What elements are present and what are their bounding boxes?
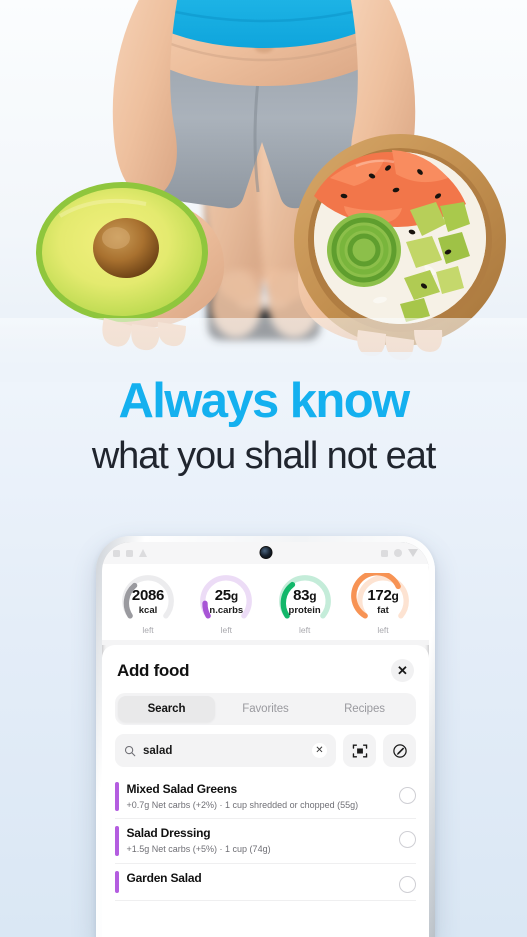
- square-icon: [381, 549, 388, 557]
- barcode-scan-icon: [352, 743, 367, 758]
- carb-level-bar: [115, 870, 119, 893]
- tab-search[interactable]: Search: [118, 696, 215, 722]
- table-row[interactable]: Salad Dressing +1.5g Net carbs (+5%) · 1…: [115, 819, 416, 864]
- status-bar-left-icons: [113, 549, 147, 557]
- edit-button[interactable]: [383, 734, 416, 767]
- edit-pencil-icon: [392, 743, 407, 758]
- carb-level-bar: [115, 826, 119, 856]
- close-button[interactable]: ✕: [391, 659, 414, 682]
- square-icon: [113, 549, 120, 557]
- table-row[interactable]: Mixed Salad Greens +0.7g Net carbs (+2%)…: [115, 775, 416, 820]
- ring-fat[interactable]: 172g fat left: [347, 573, 419, 635]
- triangle-down-icon: [408, 549, 418, 557]
- food-name: Mixed Salad Greens: [126, 782, 238, 796]
- hero-photo: [0, 0, 527, 382]
- status-bar: [102, 542, 429, 564]
- search-input[interactable]: salad ✕: [115, 734, 336, 767]
- food-results-list: Mixed Salad Greens +0.7g Net carbs (+2%)…: [115, 775, 416, 901]
- phone-screen: 2086 kcal left 25g n.carbs left 83g prot…: [102, 542, 429, 937]
- table-row[interactable]: Garden Salad: [115, 864, 416, 901]
- sheet-header: Add food ✕: [102, 645, 429, 693]
- ring-carbs-sub: left: [220, 625, 232, 635]
- clear-search-button[interactable]: ✕: [312, 743, 327, 758]
- ring-carbs[interactable]: 25g n.carbs left: [190, 573, 262, 635]
- food-description: +0.7g Net carbs (+2%) · 1 cup shredded o…: [126, 800, 359, 810]
- search-input-value[interactable]: salad: [143, 745, 305, 757]
- food-info: Salad Dressing +1.5g Net carbs (+5%) · 1…: [127, 826, 392, 855]
- add-food-sheet: Add food ✕ Search Favorites Recipes sala…: [102, 645, 429, 937]
- ring-protein-sub: left: [298, 625, 311, 635]
- food-info: Garden Salad: [127, 871, 392, 886]
- carb-level-bar: [115, 782, 119, 812]
- status-bar-right-icons: [381, 549, 418, 557]
- ring-protein[interactable]: 83g protein left: [269, 573, 341, 635]
- food-info: Mixed Salad Greens +0.7g Net carbs (+2%)…: [127, 782, 392, 811]
- phone-mockup: 2086 kcal left 25g n.carbs left 83g prot…: [96, 536, 435, 937]
- search-icon: [124, 745, 136, 756]
- headline-block: Always know what you shall not eat: [0, 374, 527, 478]
- page-title: Add food: [117, 660, 190, 680]
- search-row: salad ✕: [115, 734, 416, 767]
- select-food-radio[interactable]: [399, 831, 416, 849]
- select-food-radio[interactable]: [399, 787, 416, 804]
- barcode-scan-button[interactable]: [343, 734, 376, 767]
- ring-kcal-sub: left: [142, 625, 154, 635]
- nutrition-rings: 2086 kcal left 25g n.carbs left 83g prot…: [102, 564, 429, 640]
- food-name: Garden Salad: [126, 870, 202, 885]
- front-camera-icon: [259, 546, 272, 559]
- tab-favorites[interactable]: Favorites: [217, 696, 314, 722]
- headline-secondary: what you shall not eat: [91, 435, 436, 478]
- sheet-tabs: Search Favorites Recipes: [115, 693, 416, 725]
- ring-fat-sub: left: [377, 625, 389, 635]
- circle-icon: [394, 549, 402, 557]
- ring-kcal[interactable]: 2086 kcal left: [112, 573, 184, 635]
- food-description: +1.5g Net carbs (+5%) · 1 cup (74g): [126, 844, 271, 855]
- tab-recipes[interactable]: Recipes: [316, 696, 413, 722]
- select-food-radio[interactable]: [399, 875, 416, 893]
- square-icon: [126, 549, 133, 557]
- food-name: Salad Dressing: [126, 826, 211, 841]
- triangle-icon: [139, 549, 147, 557]
- headline-primary: Always know: [118, 374, 410, 428]
